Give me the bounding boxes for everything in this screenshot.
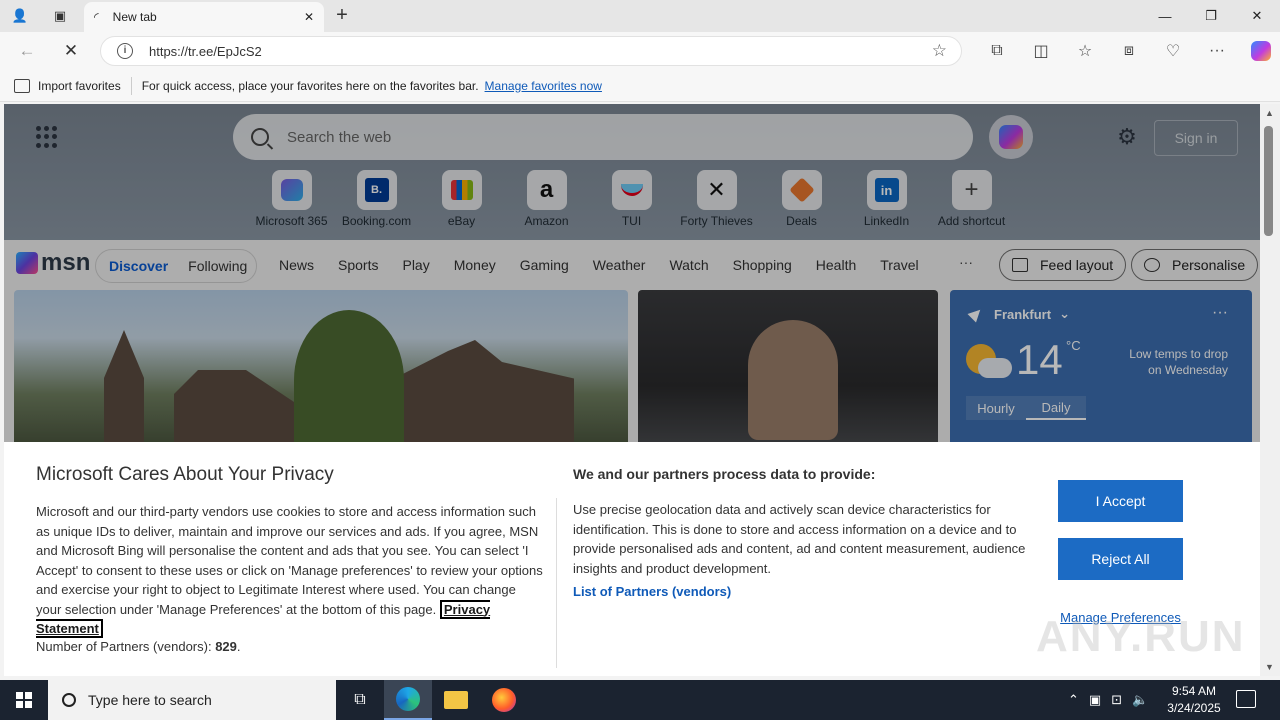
split-screen-icon[interactable]: ◫ (1019, 36, 1063, 66)
favorites-icon[interactable]: ☆ (1063, 36, 1107, 66)
partners-count-line: Number of Partners (vendors): 829. (36, 638, 241, 654)
taskbar-clock[interactable]: 9:54 AM 3/24/2025 (1158, 683, 1230, 717)
list-of-partners-link[interactable]: List of Partners (vendors) (573, 584, 1033, 599)
import-favorites-button[interactable]: Import favorites (14, 78, 121, 93)
edge-icon (396, 687, 420, 711)
clock-date: 3/24/2025 (1167, 701, 1221, 715)
import-favorites-label: Import favorites (38, 78, 121, 93)
stop-loading-button[interactable]: ✕ (56, 36, 86, 66)
toolbar-icons: ⧉ ◫ ☆ ⧈ ♡ ··· (975, 36, 1280, 66)
scroll-down-icon[interactable]: ▼ (1265, 662, 1274, 672)
performance-icon[interactable]: ♡ (1151, 36, 1195, 66)
taskbar-search-box[interactable]: Type here to search (48, 680, 336, 720)
divider (556, 498, 557, 668)
notification-icon[interactable] (1236, 690, 1256, 708)
system-tray: ⌃ ▣ ⊡ 🔈 (1068, 680, 1158, 720)
loading-icon: ◜ (94, 10, 99, 24)
close-tab-icon[interactable]: ✕ (304, 10, 314, 24)
favorites-hint: For quick access, place your favorites h… (141, 78, 479, 93)
address-bar[interactable]: i https://tr.ee/EpJcS2 ☆ (100, 36, 962, 66)
scroll-up-icon[interactable]: ▲ (1265, 108, 1274, 118)
task-view-icon[interactable]: ⧉ (336, 680, 384, 720)
url-text: https://tr.ee/EpJcS2 (149, 43, 262, 59)
collections-icon[interactable]: ⧈ (1107, 36, 1151, 66)
privacy-middle-column: We and our partners process data to prov… (573, 466, 1033, 599)
tab-title: New tab (112, 10, 157, 24)
start-button[interactable] (0, 680, 48, 720)
import-icon (14, 78, 30, 93)
reject-all-button[interactable]: Reject All (1058, 538, 1183, 580)
device-icon[interactable]: ▣ (1089, 692, 1101, 708)
privacy-left-column: Microsoft Cares About Your Privacy Micro… (36, 464, 544, 654)
partners-label: Number of Partners (vendors): (36, 638, 212, 654)
accept-button[interactable]: I Accept (1058, 480, 1183, 522)
minimize-button[interactable]: — (1142, 0, 1188, 32)
privacy-title: Microsoft Cares About Your Privacy (36, 464, 334, 485)
site-info-icon[interactable]: i (117, 43, 133, 59)
edge-taskbar-button[interactable] (384, 680, 432, 720)
window-controls: — ❐ ✕ (1142, 0, 1280, 32)
back-button[interactable]: ← (12, 36, 42, 66)
copilot-icon[interactable] (1239, 36, 1280, 66)
file-explorer-taskbar-button[interactable] (432, 680, 480, 720)
firefox-icon (492, 688, 516, 712)
address-bar-row: ← ✕ i https://tr.ee/EpJcS2 ☆ ⧉ ◫ ☆ ⧈ ♡ ·… (0, 32, 1280, 70)
manage-favorites-link[interactable]: Manage favorites now (485, 79, 602, 93)
favorites-bar: Import favorites For quick access, place… (0, 70, 1280, 102)
modal-backdrop (4, 104, 1260, 442)
taskbar-search-placeholder: Type here to search (88, 692, 212, 708)
tab-new-tab[interactable]: ◜ New tab ✕ (84, 2, 324, 32)
network-icon[interactable]: ⊡ (1111, 692, 1122, 708)
taskbar: Type here to search ⧉ ⌃ ▣ ⊡ 🔈 9:54 AM 3/… (0, 680, 1280, 720)
processing-title: We and our partners process data to prov… (573, 466, 876, 482)
favorite-star-icon[interactable]: ☆ (932, 41, 947, 61)
processing-description: Use precise geolocation data and activel… (573, 502, 1026, 576)
profile-icon[interactable]: 👤 (0, 0, 40, 32)
restore-button[interactable]: ❐ (1188, 0, 1234, 32)
chevron-up-icon[interactable]: ⌃ (1068, 692, 1079, 708)
page-scrollbar[interactable]: ▲ ▼ (1260, 104, 1280, 676)
new-tab-button[interactable]: + (330, 4, 354, 28)
anyrun-watermark: ANY.RUN (1036, 612, 1246, 661)
close-window-button[interactable]: ✕ (1234, 0, 1280, 32)
clock-time: 9:54 AM (1171, 684, 1217, 698)
search-icon (62, 693, 76, 707)
msn-page: Search the web ⚙ Sign in Microsoft 365 B… (4, 104, 1260, 676)
partners-count: 829 (215, 638, 237, 654)
folder-icon (444, 691, 468, 709)
settings-menu-icon[interactable]: ··· (1195, 36, 1239, 66)
tab-actions-icon[interactable]: ▣ (40, 0, 80, 32)
windows-logo-icon (16, 692, 32, 708)
firefox-taskbar-button[interactable] (480, 680, 528, 720)
volume-icon[interactable]: 🔈 (1132, 692, 1148, 708)
privacy-body: Microsoft and our third-party vendors us… (36, 502, 544, 639)
extensions-icon[interactable]: ⧉ (975, 36, 1019, 66)
scrollbar-thumb[interactable] (1264, 126, 1273, 236)
divider (130, 76, 132, 95)
